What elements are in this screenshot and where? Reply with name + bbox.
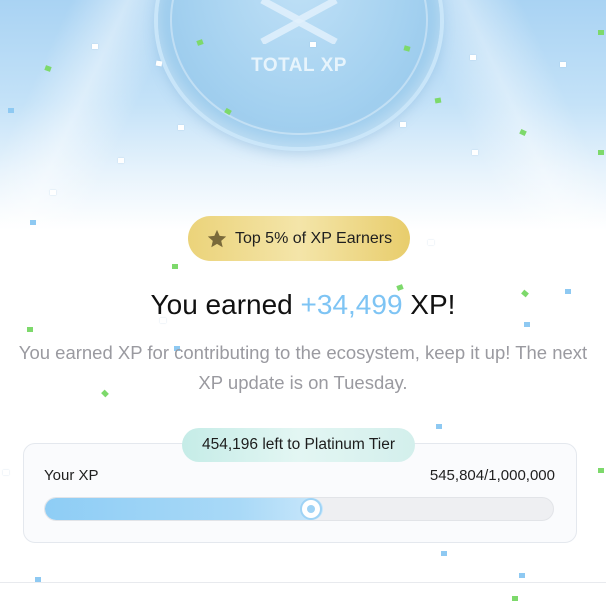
confetti-piece (472, 150, 478, 155)
confetti-piece (27, 327, 33, 332)
your-xp-value: 545,804/1,000,000 (429, 467, 555, 484)
x-chevron-logo-icon (260, 0, 338, 44)
medal-label: TOTAL XP (251, 55, 347, 76)
confetti-piece (155, 60, 163, 67)
confetti-piece (560, 62, 566, 67)
confetti-piece (172, 264, 178, 269)
confetti-piece (598, 150, 604, 155)
badge-text: Top 5% of XP Earners (234, 229, 393, 247)
xp-progress-track (44, 497, 554, 521)
confetti-piece (519, 573, 525, 578)
xp-progress-handle (302, 500, 320, 518)
earned-xp-amount: +34,499 (300, 289, 403, 320)
confetti-piece (310, 42, 316, 47)
confetti-piece (598, 30, 604, 35)
headline-suffix: XP! (402, 289, 456, 320)
tier-remaining-pill: 454,196 left to Platinum Tier (182, 428, 415, 462)
star-icon (207, 229, 227, 247)
confetti-piece (598, 468, 604, 473)
xp-progress-fill (45, 498, 323, 520)
bottom-divider (0, 582, 606, 583)
confetti-piece (470, 55, 476, 60)
headline-prefix: You earned (150, 289, 301, 320)
confetti-piece (30, 220, 36, 225)
confetti-piece (118, 158, 124, 163)
confetti-piece (436, 424, 442, 429)
confetti-piece (92, 44, 98, 49)
top-earners-badge: Top 5% of XP Earners (188, 216, 410, 261)
your-xp-label: Your XP (44, 467, 99, 484)
confetti-piece (400, 122, 406, 127)
confetti-piece (8, 108, 14, 113)
earned-headline: You earned +34,499 XP! (0, 287, 606, 323)
confetti-piece (441, 551, 447, 556)
confetti-piece (512, 596, 518, 601)
earned-description: You earned XP for contributing to the ec… (18, 342, 588, 393)
confetti-piece (3, 470, 9, 475)
confetti-piece (434, 97, 442, 104)
confetti-piece (428, 240, 434, 245)
confetti-piece (50, 190, 56, 195)
confetti-piece (178, 125, 184, 130)
